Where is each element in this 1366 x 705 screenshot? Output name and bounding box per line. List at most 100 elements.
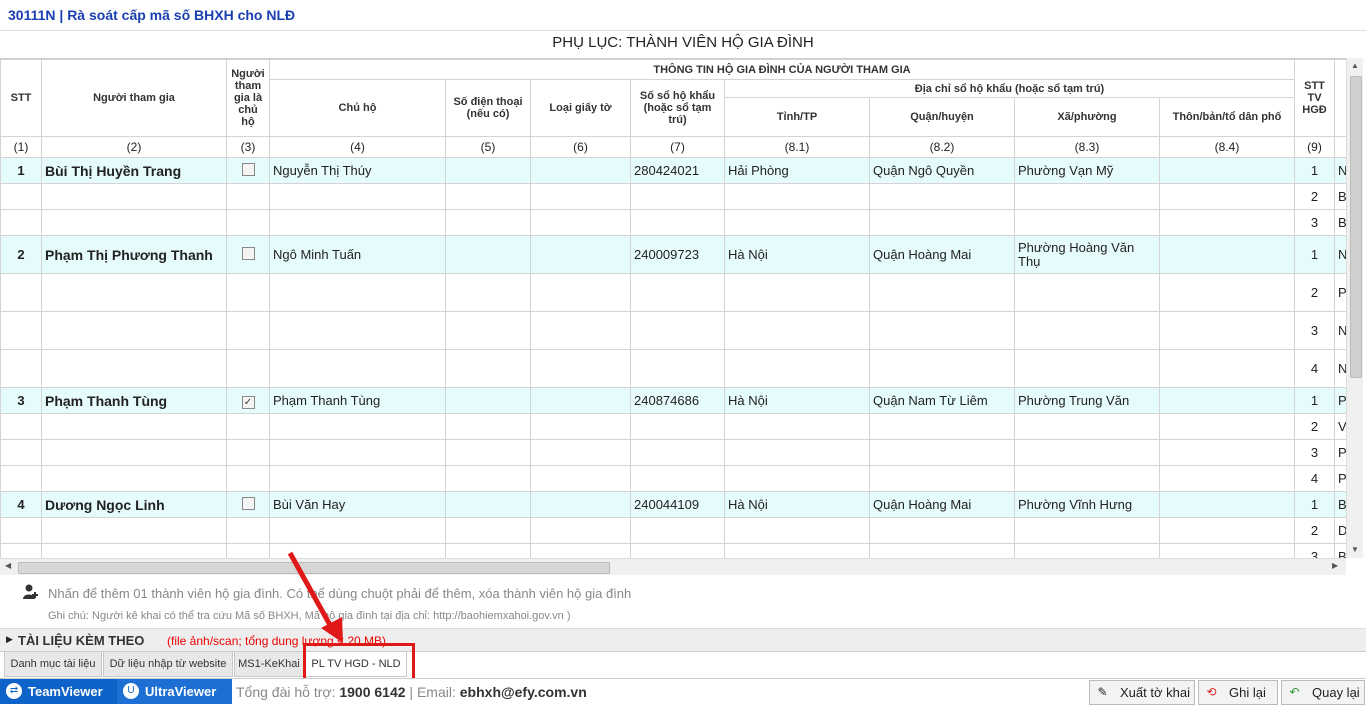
book-number-cell[interactable]: [630, 209, 725, 236]
is-head-cell[interactable]: [226, 311, 270, 350]
ward-cell[interactable]: [1014, 349, 1160, 388]
doc-type-cell[interactable]: [530, 413, 631, 440]
participant-name-cell[interactable]: [41, 311, 227, 350]
book-number-cell[interactable]: 240874686: [630, 387, 725, 414]
ward-cell[interactable]: [1014, 209, 1160, 236]
member-row[interactable]: 3P: [0, 439, 1346, 466]
tab-ms1-kekhai[interactable]: MS1-KeKhai: [234, 652, 304, 677]
district-cell[interactable]: Quận Hoàng Mai: [869, 491, 1015, 518]
member-row[interactable]: 2D: [0, 517, 1346, 544]
hamlet-cell[interactable]: [1159, 235, 1295, 274]
head-name-cell[interactable]: Phạm Thanh Tùng: [269, 387, 446, 414]
member-name-cell[interactable]: P: [1334, 439, 1346, 466]
member-stt-cell[interactable]: 2: [1294, 413, 1335, 440]
participant-name-cell[interactable]: Dương Ngọc Linh: [41, 491, 227, 518]
province-cell[interactable]: [724, 311, 870, 350]
phone-cell[interactable]: [445, 235, 531, 274]
stt-cell[interactable]: [0, 183, 42, 210]
member-row[interactable]: 2P: [0, 273, 1346, 312]
member-name-cell[interactable]: N: [1334, 235, 1346, 274]
scroll-down-icon[interactable]: ▼: [1351, 545, 1359, 554]
member-name-cell[interactable]: B: [1334, 491, 1346, 518]
head-name-cell[interactable]: Bùi Văn Hay: [269, 491, 446, 518]
member-row[interactable]: 4P: [0, 465, 1346, 492]
participant-name-cell[interactable]: [41, 349, 227, 388]
is-head-cell[interactable]: [226, 439, 270, 466]
head-name-cell[interactable]: [269, 465, 446, 492]
is-head-cell[interactable]: [226, 517, 270, 544]
district-cell[interactable]: Quận Hoàng Mai: [869, 235, 1015, 274]
member-stt-cell[interactable]: 4: [1294, 349, 1335, 388]
participant-row[interactable]: 3 Phạm Thanh Tùng ✓ Phạm Thanh Tùng 24087468…: [0, 387, 1346, 414]
is-head-cell[interactable]: [226, 491, 270, 518]
member-stt-cell[interactable]: 3: [1294, 311, 1335, 350]
is-head-cell[interactable]: [226, 465, 270, 492]
participant-row[interactable]: 2 Phạm Thị Phương Thanh Ngô Minh Tuấn 24000…: [0, 235, 1346, 274]
book-number-cell[interactable]: [630, 311, 725, 350]
district-cell[interactable]: Quận Ngô Quyền: [869, 157, 1015, 184]
stt-cell[interactable]: [0, 465, 42, 492]
add-user-icon[interactable]: [22, 583, 40, 606]
member-stt-cell[interactable]: 2: [1294, 273, 1335, 312]
district-cell[interactable]: [869, 349, 1015, 388]
hamlet-cell[interactable]: [1159, 387, 1295, 414]
stt-cell[interactable]: [0, 439, 42, 466]
province-cell[interactable]: Hải Phòng: [724, 157, 870, 184]
doc-type-cell[interactable]: [530, 465, 631, 492]
member-name-cell[interactable]: D: [1334, 517, 1346, 544]
province-cell[interactable]: [724, 349, 870, 388]
ward-cell[interactable]: [1014, 413, 1160, 440]
doc-type-cell[interactable]: [530, 209, 631, 236]
head-name-cell[interactable]: [269, 439, 446, 466]
district-cell[interactable]: [869, 543, 1015, 559]
participant-name-cell[interactable]: [41, 517, 227, 544]
province-cell[interactable]: [724, 517, 870, 544]
hamlet-cell[interactable]: [1159, 491, 1295, 518]
participant-row[interactable]: 1 Bùi Thị Huyền Trang Nguyễn Thị Thúy 28042…: [0, 157, 1346, 184]
ward-cell[interactable]: [1014, 517, 1160, 544]
stt-cell[interactable]: 3: [0, 387, 42, 414]
participant-name-cell[interactable]: Phạm Thanh Tùng: [41, 387, 227, 414]
phone-cell[interactable]: [445, 465, 531, 492]
stt-cell[interactable]: 2: [0, 235, 42, 274]
doc-type-cell[interactable]: [530, 543, 631, 559]
doc-type-cell[interactable]: [530, 183, 631, 210]
head-name-cell[interactable]: [269, 413, 446, 440]
book-number-cell[interactable]: [630, 543, 725, 559]
member-name-cell[interactable]: N: [1334, 311, 1346, 350]
stt-cell[interactable]: [0, 517, 42, 544]
is-head-cell[interactable]: [226, 235, 270, 274]
participant-name-cell[interactable]: Bùi Thị Huyền Trang: [41, 157, 227, 184]
ward-cell[interactable]: [1014, 183, 1160, 210]
member-name-cell[interactable]: B: [1334, 209, 1346, 236]
hamlet-cell[interactable]: [1159, 517, 1295, 544]
phone-cell[interactable]: [445, 491, 531, 518]
participant-name-cell[interactable]: [41, 543, 227, 559]
hamlet-cell[interactable]: [1159, 209, 1295, 236]
district-cell[interactable]: [869, 439, 1015, 466]
doc-type-cell[interactable]: [530, 439, 631, 466]
province-cell[interactable]: [724, 439, 870, 466]
stt-cell[interactable]: 4: [0, 491, 42, 518]
participant-name-cell[interactable]: [41, 183, 227, 210]
member-stt-cell[interactable]: 3: [1294, 439, 1335, 466]
province-cell[interactable]: [724, 413, 870, 440]
member-name-cell[interactable]: P: [1334, 465, 1346, 492]
head-name-cell[interactable]: [269, 311, 446, 350]
participant-name-cell[interactable]: [41, 465, 227, 492]
doc-type-cell[interactable]: [530, 311, 631, 350]
doc-type-cell[interactable]: [530, 157, 631, 184]
ward-cell[interactable]: [1014, 543, 1160, 559]
hamlet-cell[interactable]: [1159, 157, 1295, 184]
is-head-cell[interactable]: [226, 349, 270, 388]
ward-cell[interactable]: Phường Hoàng Văn Thụ: [1014, 235, 1160, 274]
head-name-cell[interactable]: [269, 209, 446, 236]
head-name-cell[interactable]: [269, 543, 446, 559]
ward-cell[interactable]: [1014, 273, 1160, 312]
is-head-cell[interactable]: [226, 209, 270, 236]
ward-cell[interactable]: Phường Trung Văn: [1014, 387, 1160, 414]
member-stt-cell[interactable]: 3: [1294, 543, 1335, 559]
district-cell[interactable]: [869, 517, 1015, 544]
book-number-cell[interactable]: [630, 517, 725, 544]
stt-cell[interactable]: [0, 413, 42, 440]
